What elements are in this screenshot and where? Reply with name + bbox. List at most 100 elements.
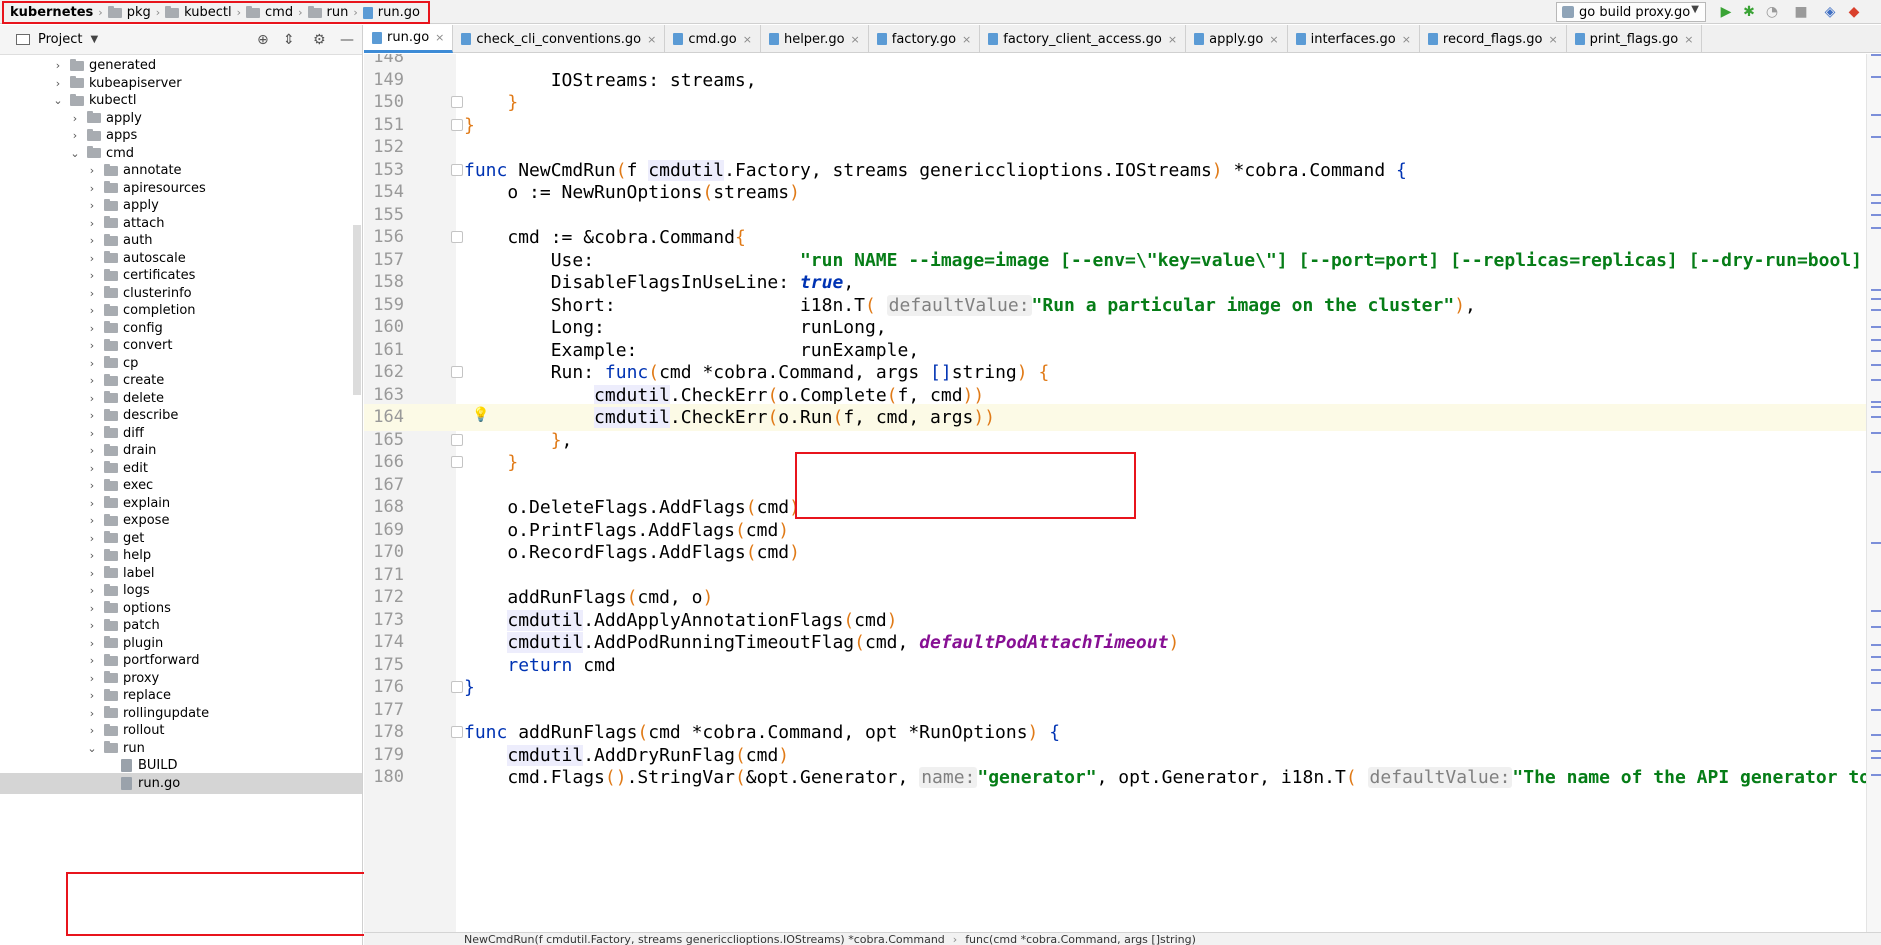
chevron-right-icon[interactable]: › — [86, 374, 98, 387]
translate-icon[interactable]: ◈ — [1822, 4, 1838, 20]
stripe-mark[interactable] — [1871, 401, 1881, 403]
locate-file-icon[interactable]: ⊕ — [257, 32, 269, 48]
chevron-down-icon[interactable]: ⌄ — [52, 94, 64, 107]
stripe-mark[interactable] — [1871, 757, 1881, 759]
chevron-right-icon[interactable]: › — [86, 287, 98, 300]
editor-tab[interactable]: check_cli_conventions.go × — [453, 25, 666, 53]
chevron-right-icon[interactable]: › — [86, 357, 98, 370]
close-icon[interactable]: × — [647, 33, 656, 46]
chevron-right-icon[interactable]: › — [86, 567, 98, 580]
breadcrumb-item[interactable]: run — [307, 5, 348, 20]
chevron-right-icon[interactable]: › — [86, 549, 98, 562]
chevron-down-icon[interactable]: ⌄ — [86, 742, 98, 755]
chevron-right-icon[interactable]: › — [86, 479, 98, 492]
chevron-right-icon[interactable]: › — [86, 514, 98, 527]
stripe-mark[interactable] — [1871, 709, 1881, 711]
stripe-mark[interactable] — [1871, 682, 1881, 684]
stripe-mark[interactable] — [1871, 626, 1881, 628]
project-panel-title[interactable]: Project — [38, 32, 82, 47]
stripe-mark[interactable] — [1871, 114, 1881, 116]
chevron-right-icon[interactable]: › — [86, 427, 98, 440]
close-icon[interactable]: × — [1548, 33, 1557, 46]
editor-tab[interactable]: interfaces.go × — [1288, 25, 1420, 53]
stripe-mark[interactable] — [1871, 406, 1881, 408]
close-icon[interactable]: × — [743, 33, 752, 46]
chevron-right-icon[interactable]: › — [86, 532, 98, 545]
breadcrumb-item[interactable]: run.go — [362, 5, 420, 20]
stripe-mark[interactable] — [1871, 350, 1881, 352]
project-scrollbar[interactable] — [353, 225, 361, 395]
chevron-right-icon[interactable]: › — [86, 164, 98, 177]
chevron-down-icon[interactable]: ⌄ — [69, 147, 81, 160]
fold-marker-icon[interactable] — [451, 366, 463, 378]
editor-tab[interactable]: factory_client_access.go × — [980, 25, 1187, 53]
stripe-mark[interactable] — [1871, 289, 1881, 291]
error-stripe[interactable] — [1866, 54, 1881, 932]
stripe-mark[interactable] — [1871, 734, 1881, 736]
fold-marker-icon[interactable] — [451, 118, 463, 131]
close-icon[interactable]: × — [435, 31, 444, 44]
stripe-mark[interactable] — [1871, 656, 1881, 658]
editor-tab[interactable]: record_flags.go × — [1420, 25, 1567, 53]
chevron-right-icon[interactable]: › — [86, 602, 98, 615]
chevron-right-icon[interactable]: › — [52, 59, 64, 72]
chevron-right-icon[interactable]: › — [86, 269, 98, 282]
stripe-mark[interactable] — [1871, 76, 1881, 78]
close-icon[interactable]: × — [1168, 33, 1177, 46]
chevron-right-icon[interactable]: › — [86, 234, 98, 247]
tree-item[interactable]: ›run.go — [0, 772, 362, 794]
chevron-right-icon[interactable]: › — [86, 462, 98, 475]
chevron-right-icon[interactable]: › — [52, 77, 64, 90]
chevron-right-icon[interactable]: › — [69, 129, 81, 142]
breadcrumb-item[interactable]: kubectl — [165, 5, 232, 20]
chevron-right-icon[interactable]: › — [86, 619, 98, 632]
close-icon[interactable]: × — [1684, 33, 1693, 46]
fold-marker-icon[interactable] — [451, 163, 463, 176]
stripe-mark[interactable] — [1871, 54, 1881, 56]
stripe-mark[interactable] — [1871, 202, 1881, 204]
breadcrumb-item[interactable]: cmd — [246, 5, 293, 20]
stripe-mark[interactable] — [1871, 644, 1881, 646]
stripe-mark[interactable] — [1871, 471, 1881, 473]
run-icon[interactable]: ▶ — [1718, 4, 1734, 20]
stripe-mark[interactable] — [1871, 309, 1881, 311]
chevron-down-icon[interactable]: ▼ — [90, 34, 98, 45]
stripe-mark[interactable] — [1871, 416, 1881, 418]
fold-marker-icon[interactable] — [451, 96, 463, 108]
close-icon[interactable]: × — [1269, 33, 1278, 46]
fold-marker-icon[interactable] — [451, 456, 463, 468]
chevron-right-icon[interactable]: › — [86, 724, 98, 737]
stripe-mark[interactable] — [1871, 339, 1881, 341]
code-crumb-function[interactable]: NewCmdRun(f cmdutil.Factory, streams gen… — [464, 933, 945, 945]
stop-icon[interactable]: ■ — [1793, 4, 1809, 20]
editor-tab[interactable]: helper.go × — [761, 25, 869, 53]
stripe-mark[interactable] — [1871, 542, 1881, 544]
chevron-right-icon[interactable]: › — [86, 409, 98, 422]
fold-marker-icon[interactable] — [451, 433, 463, 446]
editor-tab[interactable]: apply.go × — [1186, 25, 1288, 53]
chevron-right-icon[interactable]: › — [86, 707, 98, 720]
breadcrumb-item[interactable]: kubernetes — [10, 5, 93, 20]
stripe-mark[interactable] — [1871, 610, 1881, 612]
chevron-right-icon[interactable]: › — [86, 444, 98, 457]
chevron-right-icon[interactable]: › — [86, 217, 98, 230]
code-editor[interactable]: 148 149 IOStreams: streams, 150 } 151} 152 15… — [364, 54, 1881, 932]
fold-marker-icon[interactable] — [451, 231, 463, 243]
stripe-mark[interactable] — [1871, 326, 1881, 328]
chevron-right-icon[interactable]: › — [86, 252, 98, 265]
chevron-right-icon[interactable]: › — [86, 637, 98, 650]
stripe-mark[interactable] — [1871, 194, 1881, 196]
gear-icon[interactable]: ⚙ — [313, 32, 326, 48]
breadcrumb-item[interactable]: pkg — [107, 5, 151, 20]
chevron-right-icon[interactable]: › — [86, 199, 98, 212]
fold-marker-icon[interactable] — [451, 681, 463, 693]
editor-tab[interactable]: factory.go × — [869, 25, 981, 53]
code-crumb-closure[interactable]: func(cmd *cobra.Command, args []string) — [965, 933, 1196, 945]
stripe-mark[interactable] — [1871, 136, 1881, 138]
stripe-mark[interactable] — [1871, 774, 1881, 776]
stripe-mark[interactable] — [1871, 379, 1881, 381]
chevron-right-icon[interactable]: › — [86, 584, 98, 597]
hide-panel-icon[interactable]: — — [340, 32, 354, 48]
stripe-mark[interactable] — [1871, 750, 1881, 752]
chevron-right-icon[interactable]: › — [86, 322, 98, 335]
